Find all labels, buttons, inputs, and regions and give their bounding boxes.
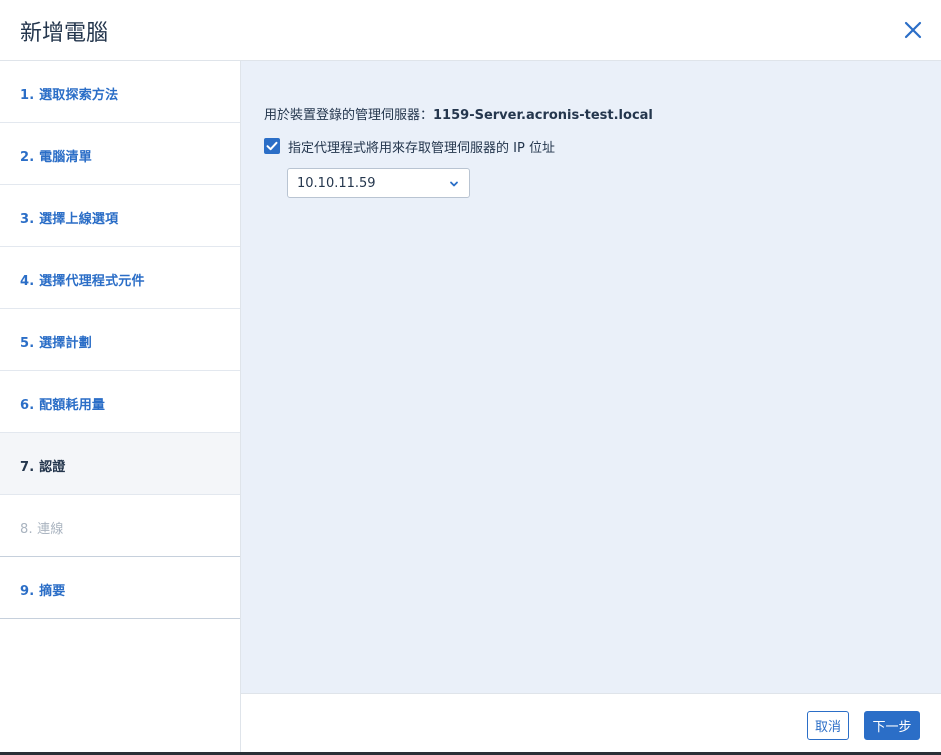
step-label: 3. 選擇上線選項: [20, 212, 119, 227]
step-label: 7. 認證: [20, 460, 66, 475]
close-icon[interactable]: [899, 16, 927, 44]
ip-address-select[interactable]: 10.10.11.59: [287, 168, 470, 198]
server-value: 1159-Server.acronis-test.local: [433, 108, 653, 123]
next-button[interactable]: 下一步: [864, 711, 920, 740]
step-quota-usage[interactable]: 6. 配額耗用量: [0, 371, 240, 433]
specify-ip-option[interactable]: 指定代理程式將用來存取管理伺服器的 IP 位址: [264, 137, 555, 156]
dialog-footer: 取消 下一步: [241, 693, 941, 755]
step-agent-components[interactable]: 4. 選擇代理程式元件: [0, 247, 240, 309]
step-select-plan[interactable]: 5. 選擇計劃: [0, 309, 240, 371]
step-connection: 8. 連線: [0, 495, 240, 557]
add-computer-dialog: 新增電腦 1. 選取探索方法 2. 電腦清單 3. 選擇上線選項 4. 選擇代理…: [0, 0, 941, 755]
dialog-header: 新增電腦: [0, 0, 941, 61]
step-label: 5. 選擇計劃: [20, 336, 92, 351]
management-server-info: 用於裝置登錄的管理伺服器：1159-Server.acronis-test.lo…: [264, 104, 653, 123]
step-label: 8. 連線: [20, 522, 64, 537]
step-label: 2. 電腦清單: [20, 150, 92, 165]
server-label: 用於裝置登錄的管理伺服器：: [264, 108, 434, 123]
specify-ip-checkbox[interactable]: [264, 138, 280, 154]
step-label: 1. 選取探索方法: [20, 88, 119, 103]
step-credentials[interactable]: 7. 認證: [0, 433, 240, 495]
step-discovery-method[interactable]: 1. 選取探索方法: [0, 61, 240, 123]
step-label: 4. 選擇代理程式元件: [20, 274, 145, 289]
step-label: 9. 摘要: [20, 584, 66, 599]
step-computer-list[interactable]: 2. 電腦清單: [0, 123, 240, 185]
step-content: 用於裝置登錄的管理伺服器：1159-Server.acronis-test.lo…: [241, 61, 941, 693]
step-summary[interactable]: 9. 摘要: [0, 557, 240, 619]
dialog-title: 新增電腦: [20, 21, 109, 46]
chevron-down-icon: [450, 181, 458, 187]
step-label: 6. 配額耗用量: [20, 398, 106, 413]
cancel-button[interactable]: 取消: [807, 711, 849, 740]
step-onboarding-options[interactable]: 3. 選擇上線選項: [0, 185, 240, 247]
ip-address-value: 10.10.11.59: [297, 176, 376, 191]
checkmark-icon: [266, 141, 278, 151]
wizard-steps-sidebar: 1. 選取探索方法 2. 電腦清單 3. 選擇上線選項 4. 選擇代理程式元件 …: [0, 61, 241, 755]
specify-ip-label: 指定代理程式將用來存取管理伺服器的 IP 位址: [288, 140, 555, 156]
